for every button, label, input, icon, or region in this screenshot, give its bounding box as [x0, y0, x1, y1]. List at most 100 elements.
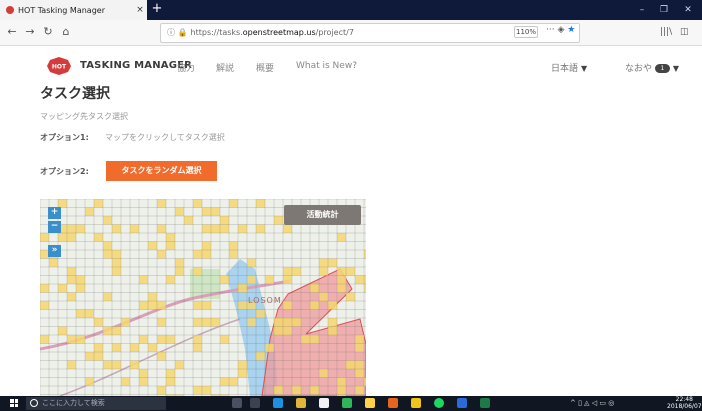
- expand-sidebar-button[interactable]: »: [48, 245, 61, 257]
- brand-name[interactable]: TASKING MANAGER: [80, 60, 192, 71]
- minimize-icon[interactable]: –: [630, 0, 654, 20]
- app-icon-green[interactable]: [342, 398, 352, 408]
- task-cell-mapped: [337, 233, 346, 242]
- task-cell-mapped: [274, 216, 283, 225]
- zoom-indicator[interactable]: 110%: [514, 26, 538, 38]
- excel-icon[interactable]: [480, 398, 490, 408]
- task-cell-mapped: [94, 318, 103, 327]
- info-icon[interactable]: ⓘ: [167, 28, 175, 37]
- page-actions-icon[interactable]: ···: [546, 25, 555, 35]
- task-cell-mapped: [283, 318, 292, 327]
- pocket-icon[interactable]: ◈: [557, 25, 567, 35]
- task-cell-mapped: [112, 326, 121, 335]
- home-icon[interactable]: ⌂: [58, 24, 74, 40]
- task-cell-mapped: [328, 318, 337, 327]
- task-view-icon[interactable]: [250, 398, 260, 408]
- logo-text: HOT: [52, 64, 67, 71]
- nav-contribute[interactable]: 協力: [177, 61, 195, 74]
- task-cell-mapped: [355, 369, 364, 378]
- task-cell-mapped: [157, 250, 166, 259]
- favicon-icon: [6, 6, 14, 14]
- task-cell-mapped: [355, 360, 364, 369]
- nav-learn[interactable]: 解説: [216, 61, 234, 74]
- forward-icon[interactable]: →: [22, 24, 38, 40]
- task-cell-mapped: [112, 250, 121, 259]
- user-name: なおや: [625, 64, 653, 74]
- task-map[interactable]: [40, 199, 366, 396]
- page-subtitle: マッピング先タスク選択: [40, 112, 128, 121]
- bookmark-star-icon[interactable]: ★: [567, 25, 575, 35]
- nav-about[interactable]: 概要: [256, 61, 274, 74]
- task-cell-mapped: [103, 216, 112, 225]
- task-cell-mapped: [157, 224, 166, 233]
- task-cell-mapped: [283, 224, 292, 233]
- task-cell-mapped: [301, 335, 310, 344]
- library-icon[interactable]: |||\: [660, 27, 672, 37]
- task-cell-mapped: [148, 301, 157, 310]
- task-cell-mapped: [319, 267, 328, 276]
- activity-stats-button[interactable]: 活動統計: [284, 205, 361, 225]
- task-cell-mapped: [40, 301, 49, 310]
- task-cell-mapped: [238, 301, 247, 310]
- task-cell-mapped: [40, 284, 49, 293]
- taskbar-search[interactable]: ここに入力して検索: [26, 397, 166, 410]
- language-selector[interactable]: 日本語 ▼: [551, 61, 587, 74]
- task-cell-mapped: [238, 360, 247, 369]
- sidebar-icon[interactable]: ◫: [680, 27, 689, 37]
- option1-text: マップをクリックしてタスク選択: [105, 133, 225, 142]
- task-cell-mapped: [283, 267, 292, 276]
- task-cell-mapped: [193, 386, 202, 395]
- task-cell-mapped: [355, 386, 364, 395]
- task-cell-mapped: [256, 352, 265, 361]
- browser-tab[interactable]: HOT Tasking Manager ×: [0, 0, 147, 20]
- folder-icon[interactable]: [411, 398, 421, 408]
- chevron-down-icon: ▼: [672, 64, 680, 73]
- app-header: HOT TASKING MANAGER 協力 解説 概要 What is New…: [0, 47, 702, 87]
- task-cell-mapped: [283, 301, 292, 310]
- random-task-button[interactable]: タスクをランダム選択: [106, 161, 217, 181]
- store-icon[interactable]: [319, 398, 329, 408]
- task-cell-mapped: [238, 224, 247, 233]
- task-cell-mapped: [40, 335, 49, 344]
- window-close-icon[interactable]: ✕: [676, 0, 700, 20]
- task-cell-mapped: [103, 250, 112, 259]
- task-cell-mapped: [211, 224, 220, 233]
- task-cell-mapped: [328, 326, 337, 335]
- task-cell-mapped: [337, 267, 346, 276]
- zoom-out-button[interactable]: −: [48, 221, 61, 233]
- task-cell-mapped: [67, 224, 76, 233]
- word-icon[interactable]: [457, 398, 467, 408]
- firefox-icon[interactable]: [388, 398, 398, 408]
- reload-icon[interactable]: ↻: [40, 24, 56, 40]
- taskbar-search-placeholder: ここに入力して検索: [42, 399, 105, 407]
- microphone-icon[interactable]: [232, 398, 242, 408]
- url-actions: ··· ◈ ★: [546, 25, 575, 35]
- close-tab-icon[interactable]: ×: [133, 5, 147, 15]
- restore-icon[interactable]: ❐: [652, 0, 676, 20]
- user-menu[interactable]: なおや 1 ▼: [625, 61, 679, 74]
- task-cell-mapped: [67, 275, 76, 284]
- task-cell-mapped: [193, 267, 202, 276]
- task-cell-mapped: [328, 301, 337, 310]
- task-cell-mapped: [166, 241, 175, 250]
- new-tab-button[interactable]: +: [150, 0, 164, 20]
- task-cell-mapped: [175, 207, 184, 216]
- spotify-icon[interactable]: [434, 398, 444, 408]
- task-cell-mapped: [220, 335, 229, 344]
- nav-whats-new[interactable]: What is New?: [296, 61, 357, 71]
- edge-icon[interactable]: [273, 398, 283, 408]
- file-explorer-icon[interactable]: [296, 398, 306, 408]
- hot-logo[interactable]: HOT: [46, 56, 72, 76]
- sun-app-icon[interactable]: [365, 398, 375, 408]
- task-cell-mapped: [319, 369, 328, 378]
- back-icon[interactable]: ←: [4, 24, 20, 40]
- task-cell-mapped: [211, 318, 220, 327]
- chevron-down-icon: ▼: [581, 64, 588, 73]
- language-label: 日本語: [551, 64, 579, 74]
- system-tray[interactable]: ^ ▯ ◬ ◁ ▭ ◎: [570, 399, 614, 407]
- task-grid[interactable]: [40, 199, 366, 396]
- task-cell-mapped: [58, 233, 67, 242]
- taskbar-clock[interactable]: 22:48 2018/06/07: [667, 396, 702, 410]
- windows-start-icon[interactable]: [10, 399, 18, 407]
- zoom-in-button[interactable]: +: [48, 207, 61, 219]
